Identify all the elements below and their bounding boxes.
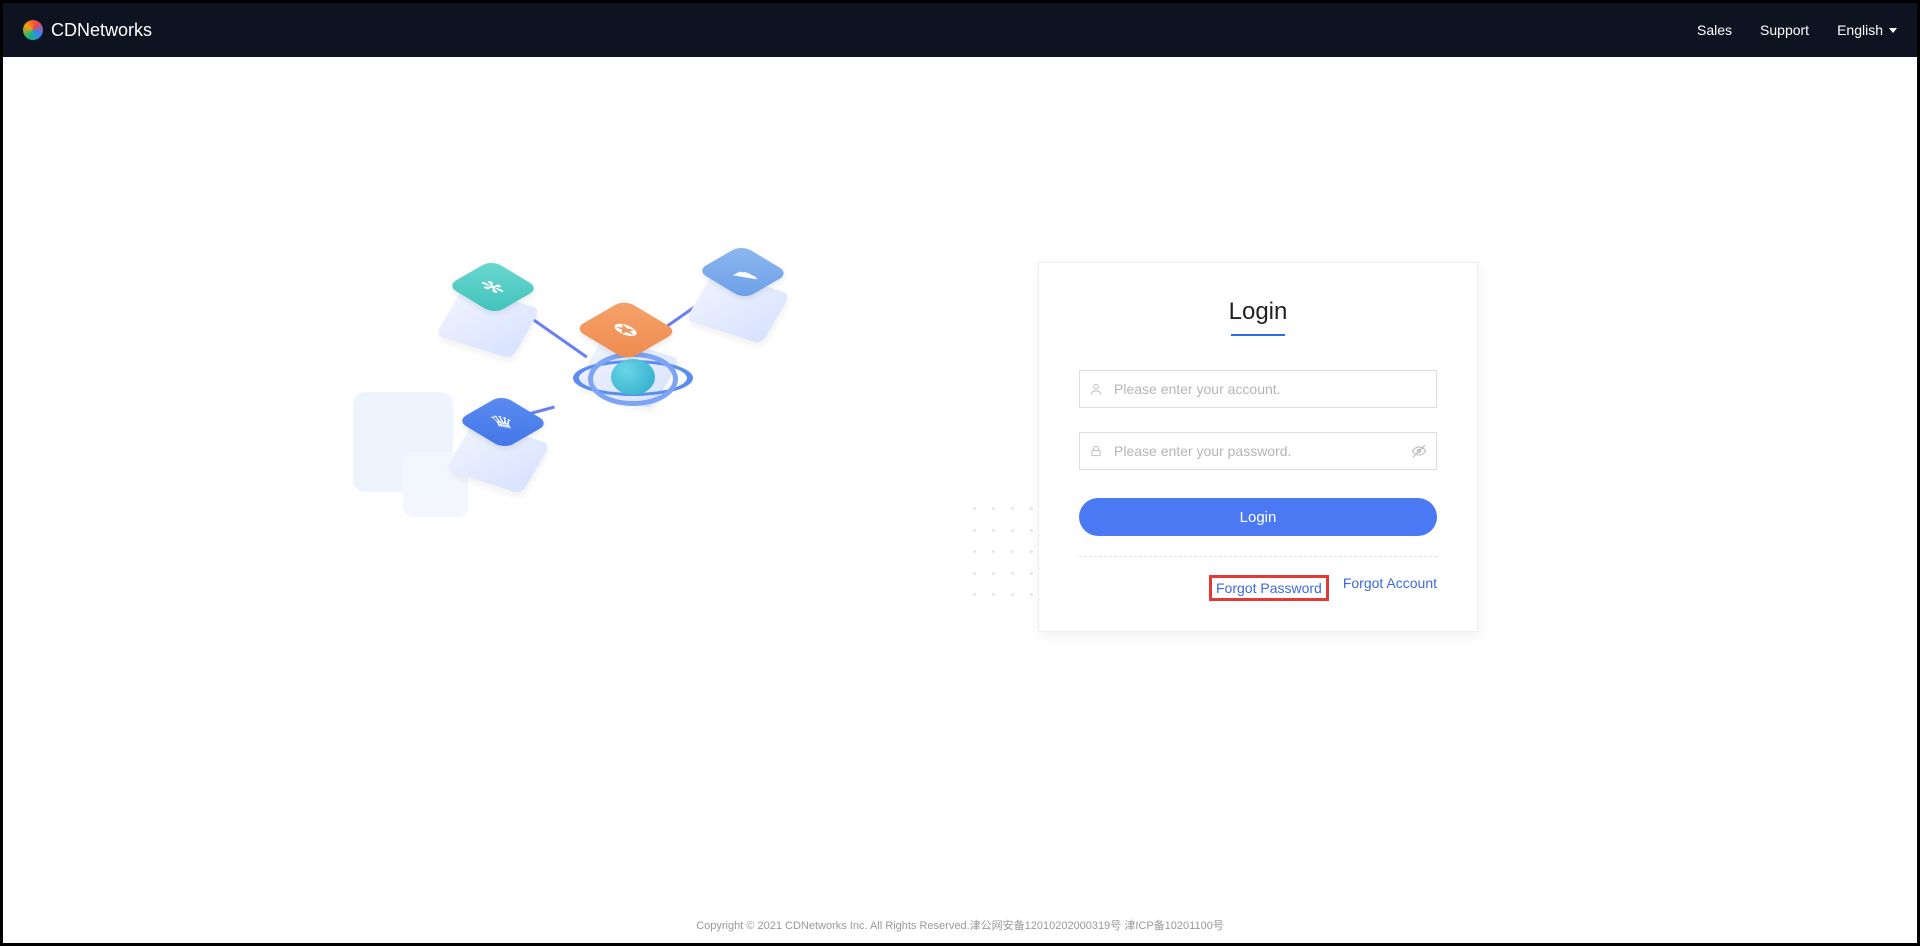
nav-sales-link[interactable]: Sales xyxy=(1697,22,1732,38)
nav-support-link[interactable]: Support xyxy=(1760,22,1809,38)
brand-logo-icon xyxy=(23,20,43,40)
footer-beian2-link[interactable]: 津ICP备10201100号 xyxy=(1124,920,1223,932)
user-icon xyxy=(1089,382,1103,396)
login-button[interactable]: Login xyxy=(1079,498,1437,536)
lock-icon xyxy=(1089,444,1103,458)
divider-line xyxy=(1079,556,1437,557)
chevron-down-icon xyxy=(1889,28,1897,33)
login-card: Login Login Forgot Password Forgot Accou… xyxy=(1038,262,1478,632)
nav-language-dropdown[interactable]: English xyxy=(1837,22,1897,38)
brand-name: CDNetworks xyxy=(51,20,152,41)
account-input[interactable] xyxy=(1079,370,1437,408)
brand-logo[interactable]: CDNetworks xyxy=(23,20,152,41)
footer-copyright: Copyright © 2021 CDNetworks Inc. All Rig… xyxy=(696,920,969,932)
nav-language-label: English xyxy=(1837,22,1883,38)
footer-beian1-link[interactable]: 津公网安备12010202000319号 xyxy=(970,920,1122,932)
login-title: Login xyxy=(1079,298,1437,326)
top-nav: Sales Support English xyxy=(1697,22,1897,38)
password-input-row xyxy=(1079,432,1437,470)
main-area: ✻ ☁ ✪ ♛ Login Login Forgot Password Forg… xyxy=(3,57,1917,757)
connector-line-icon xyxy=(529,316,588,359)
eye-off-icon[interactable] xyxy=(1411,443,1427,459)
account-input-row xyxy=(1079,370,1437,408)
forgot-password-link[interactable]: Forgot Password xyxy=(1209,575,1329,601)
footer: Copyright © 2021 CDNetworks Inc. All Rig… xyxy=(3,917,1917,933)
title-underline-icon xyxy=(1231,334,1285,336)
password-input[interactable] xyxy=(1079,432,1437,470)
hero-illustration: ✻ ☁ ✪ ♛ xyxy=(433,247,853,507)
forgot-links-row: Forgot Password Forgot Account xyxy=(1079,575,1437,601)
forgot-account-link[interactable]: Forgot Account xyxy=(1343,575,1437,601)
top-header: CDNetworks Sales Support English xyxy=(3,3,1917,57)
center-globe-icon xyxy=(611,359,655,395)
